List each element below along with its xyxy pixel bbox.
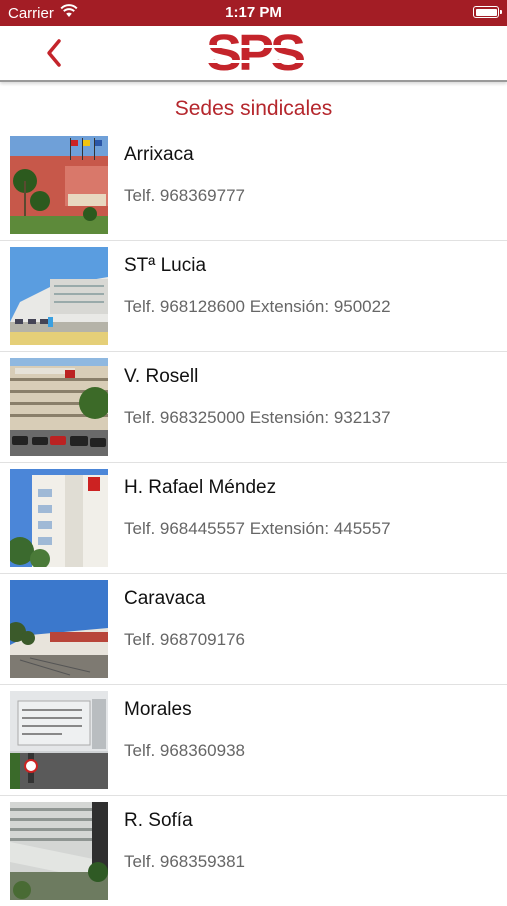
location-photo	[10, 247, 108, 345]
list-item[interactable]: Morales Telf. 968360938	[0, 685, 507, 796]
location-photo	[10, 136, 108, 234]
list-item[interactable]: STª Lucia Telf. 968128600 Extensión: 950…	[0, 241, 507, 352]
list-item[interactable]: H. Rafael Méndez Telf. 968445557 Extensi…	[0, 463, 507, 574]
list-item[interactable]: R. Sofía Telf. 968359381	[0, 796, 507, 906]
list-item[interactable]: Caravaca Telf. 968709176	[0, 574, 507, 685]
sps-logo: SPS	[196, 27, 312, 79]
location-phone: Telf. 968128600 Extensión: 950022	[124, 297, 391, 316]
location-name: H. Rafael Méndez	[124, 477, 277, 498]
location-photo	[10, 469, 108, 567]
location-name: Morales	[124, 699, 192, 720]
location-photo	[10, 802, 108, 900]
location-name: Arrixaca	[124, 144, 194, 165]
location-photo	[10, 358, 108, 456]
location-name: Caravaca	[124, 588, 206, 609]
location-list: Arrixaca Telf. 968369777 STª Lucia Telf.…	[0, 130, 507, 906]
location-phone: Telf. 968709176	[124, 630, 245, 649]
location-phone: Telf. 968445557 Extensión: 445557	[124, 519, 391, 538]
list-item[interactable]: Arrixaca Telf. 968369777	[0, 130, 507, 241]
location-name: R. Sofía	[124, 810, 193, 831]
battery-icon	[473, 6, 502, 18]
list-item[interactable]: V. Rosell Telf. 968325000 Estensión: 932…	[0, 352, 507, 463]
location-name: V. Rosell	[124, 366, 199, 387]
location-photo	[10, 580, 108, 678]
location-name: STª Lucia	[124, 255, 207, 276]
page-title: Sedes sindicales	[174, 97, 333, 120]
chevron-left-icon	[47, 39, 61, 67]
status-bar: Carrier 1:17 PM	[0, 0, 507, 26]
location-phone: Telf. 968369777	[124, 186, 245, 205]
location-phone: Telf. 968360938	[124, 741, 245, 760]
nav-bar: SPS	[0, 26, 507, 82]
clock: 1:17 PM	[225, 4, 282, 21]
location-phone: Telf. 968359381	[124, 852, 245, 871]
location-phone: Telf. 968325000 Estensión: 932137	[124, 408, 391, 427]
back-button[interactable]	[36, 34, 72, 72]
location-photo	[10, 691, 108, 789]
